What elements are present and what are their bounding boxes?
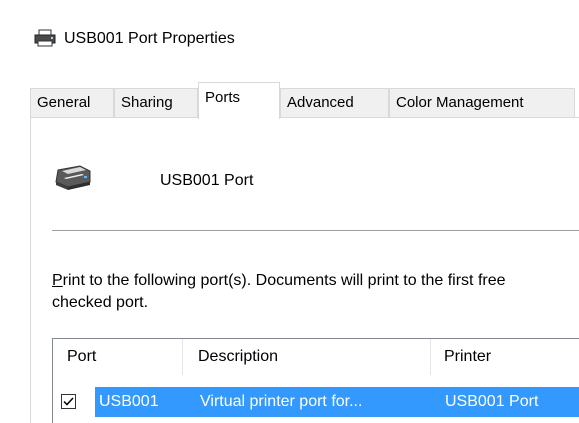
checkmark-icon xyxy=(63,397,74,406)
tab-general[interactable]: General xyxy=(30,88,114,118)
instructions-line-1-text: rint to the following port(s). Documents… xyxy=(62,272,506,289)
column-header-description[interactable]: Description xyxy=(198,339,436,375)
port-properties-window: USB001 Port Properties General Sharing P… xyxy=(0,0,579,423)
cell-description: Virtual printer port for... xyxy=(200,393,363,410)
title-bar: USB001 Port Properties xyxy=(0,0,579,80)
printer-name: USB001 Port xyxy=(160,172,254,189)
instructions-accelerator: P xyxy=(52,272,63,289)
column-divider[interactable] xyxy=(430,339,431,375)
column-header-port[interactable]: Port xyxy=(67,339,181,375)
printer-icon xyxy=(50,160,94,192)
tab-strip: General Sharing Ports Advanced Color Man… xyxy=(30,82,579,119)
column-divider[interactable] xyxy=(182,339,183,375)
ports-list[interactable]: Port Description Printer USB001 Virtual … xyxy=(52,338,579,423)
tab-panel-top-border xyxy=(30,117,579,118)
instructions-line-1: Print to the following port(s). Document… xyxy=(52,270,579,292)
tab-sharing[interactable]: Sharing xyxy=(114,88,198,118)
tab-advanced[interactable]: Advanced xyxy=(280,88,389,118)
instructions-text: Print to the following port(s). Document… xyxy=(52,270,579,314)
tab-color-management[interactable]: Color Management xyxy=(389,88,575,118)
separator xyxy=(52,230,579,231)
printer-icon xyxy=(34,29,56,47)
tab-ports[interactable]: Ports xyxy=(198,82,280,119)
tab-panel-left-border xyxy=(30,117,31,423)
list-header: Port Description Printer xyxy=(53,339,579,375)
column-header-printer[interactable]: Printer xyxy=(444,339,579,375)
window-title: USB001 Port Properties xyxy=(64,30,235,47)
instructions-line-2: checked port. xyxy=(52,294,149,311)
list-row[interactable]: USB001 Virtual printer port for... USB00… xyxy=(53,387,579,417)
port-checkbox[interactable] xyxy=(61,394,76,409)
cell-port: USB001 xyxy=(99,393,159,410)
cell-printer: USB001 Port xyxy=(445,393,539,410)
